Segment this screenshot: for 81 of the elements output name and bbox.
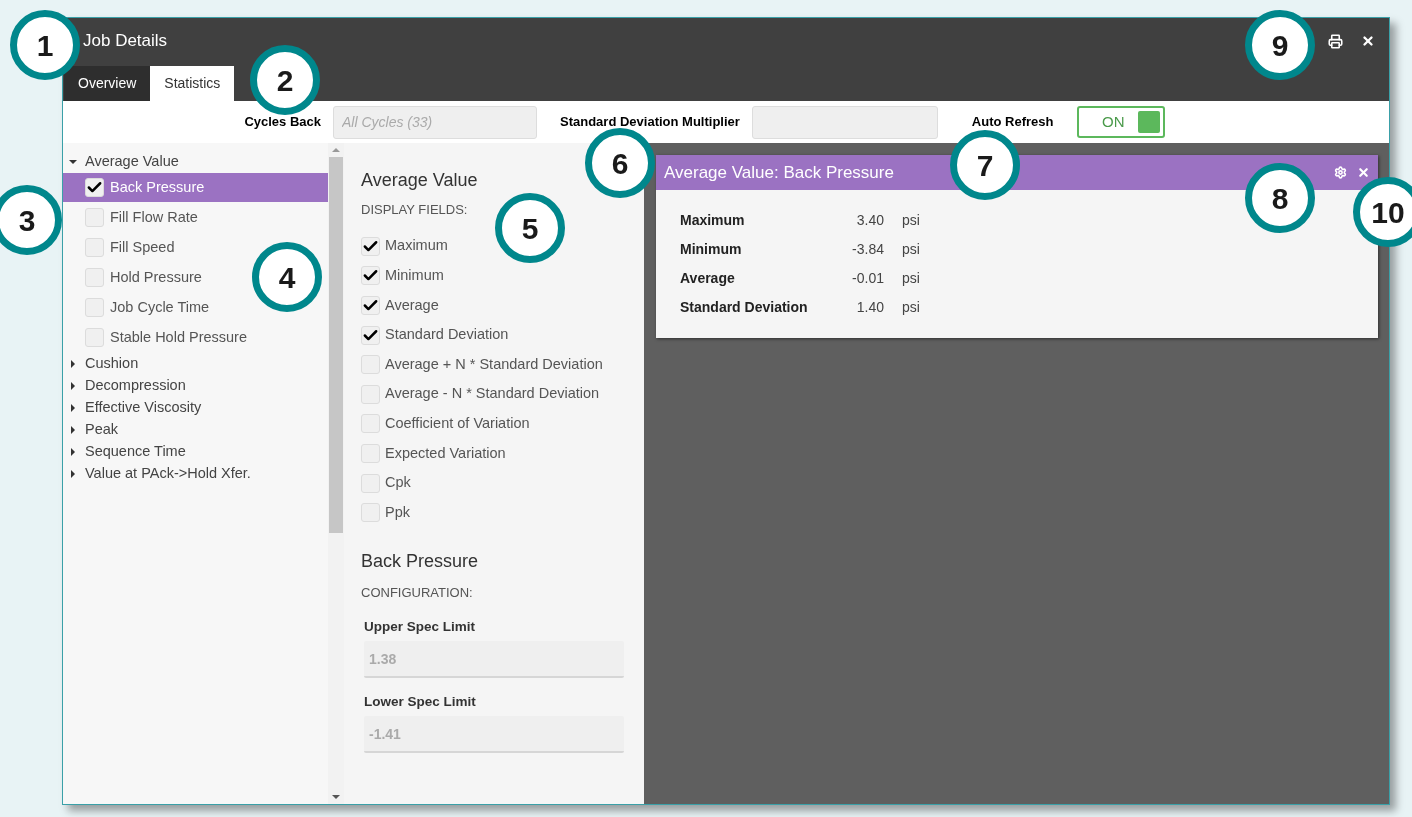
card-title: Average Value: Back Pressure [664,161,894,184]
tree-item[interactable]: Peak [85,419,119,441]
checkbox[interactable] [361,355,380,375]
window-title: Job Details [83,30,168,53]
stat-value: -3.84 [851,240,884,259]
field-option[interactable]: Maximum [385,235,448,258]
section-subheading: CONFIGURATION: [361,584,474,603]
field-option[interactable]: Average [385,294,439,317]
caret-icon[interactable] [69,470,77,478]
caret-icon[interactable] [69,382,77,390]
tree-item[interactable]: Hold Pressure [63,263,206,292]
settings-icon[interactable] [1334,166,1347,179]
tree-item[interactable]: Fill Speed [63,233,179,262]
tree-item[interactable]: Cushion [85,353,139,375]
stat-unit: psi [902,211,920,230]
stat-value: -0.01 [851,269,884,288]
stat-label: Maximum [680,211,746,230]
field-label: Lower Spec Limit [364,693,477,712]
print-icon[interactable] [1328,33,1343,49]
checkbox[interactable] [361,503,380,523]
tree-item[interactable]: Fill Flow Rate [63,203,202,232]
checkbox[interactable] [361,414,380,434]
tab[interactable]: Overview [64,66,151,101]
field-label: Upper Spec Limit [364,617,477,636]
input-field[interactable]: All Cycles (33) [333,105,537,139]
stat-label: Average [680,269,736,288]
field-label: Cycles Back [243,113,321,132]
field-option[interactable]: Standard Deviation [385,324,509,346]
callout-marker: 3 [0,185,62,255]
field-label: Auto Refresh [971,113,1054,132]
caret-icon[interactable] [69,426,77,434]
stat-value: 3.40 [855,211,884,230]
checkbox[interactable] [361,443,380,463]
tree-item[interactable]: Effective Viscosity [85,397,202,419]
scroll-up-arrow-icon[interactable] [332,147,340,153]
tree-item[interactable]: Value at PAck->Hold Xfer. [85,463,251,485]
callout-marker: 1 [10,10,80,80]
checkbox[interactable] [85,238,104,257]
section-subheading: DISPLAY FIELDS: [361,201,469,219]
caret-icon[interactable] [69,448,77,456]
field-option[interactable]: Ppk [385,501,410,524]
stat-label: Standard Deviation [680,298,809,317]
caret-icon[interactable] [69,404,77,412]
tree-item[interactable]: Back Pressure [63,173,328,202]
close-icon[interactable] [1361,34,1375,48]
checkbox[interactable] [361,296,380,315]
checkbox[interactable] [361,473,380,493]
tree-item[interactable]: Sequence Time [85,441,186,463]
checkbox[interactable] [85,328,104,347]
scrollbar[interactable] [328,143,344,804]
field-option[interactable]: Average - N * Standard Deviation [385,383,600,406]
field-option[interactable]: Average + N * Standard Deviation [385,353,603,376]
stat-unit: psi [902,298,920,317]
checkbox[interactable] [85,178,104,197]
tree-item[interactable]: Job Cycle Time [63,293,214,322]
field-option[interactable]: Cpk [385,472,411,494]
caret-icon[interactable] [69,158,77,166]
checkbox[interactable] [85,298,104,317]
field-option[interactable]: Minimum [385,265,444,287]
tree-item[interactable]: Stable Hold Pressure [63,323,251,352]
stat-label: Minimum [680,240,743,259]
section-heading: Back Pressure [361,550,480,574]
checkbox[interactable] [361,325,380,345]
field-option[interactable]: Expected Variation [385,442,506,465]
stat-unit: psi [902,269,920,288]
checkbox[interactable] [361,266,380,286]
checkbox[interactable] [361,384,380,404]
tab[interactable]: Statistics [150,66,235,101]
checkbox[interactable] [361,236,380,256]
input-field[interactable] [751,105,938,139]
stat-unit: psi [902,240,920,259]
stat-value: 1.40 [855,298,884,317]
tree-item[interactable]: Decompression [85,375,186,397]
field-option[interactable]: Coefficient of Variation [385,413,530,435]
toggle-switch[interactable]: ON [1077,106,1166,138]
tree-item[interactable]: Average Value [85,151,179,173]
checkbox[interactable] [85,208,104,227]
caret-icon[interactable] [69,360,77,368]
section-heading: Average Value [361,169,479,192]
scroll-down-arrow-icon[interactable] [332,794,340,800]
checkbox[interactable] [85,268,104,287]
